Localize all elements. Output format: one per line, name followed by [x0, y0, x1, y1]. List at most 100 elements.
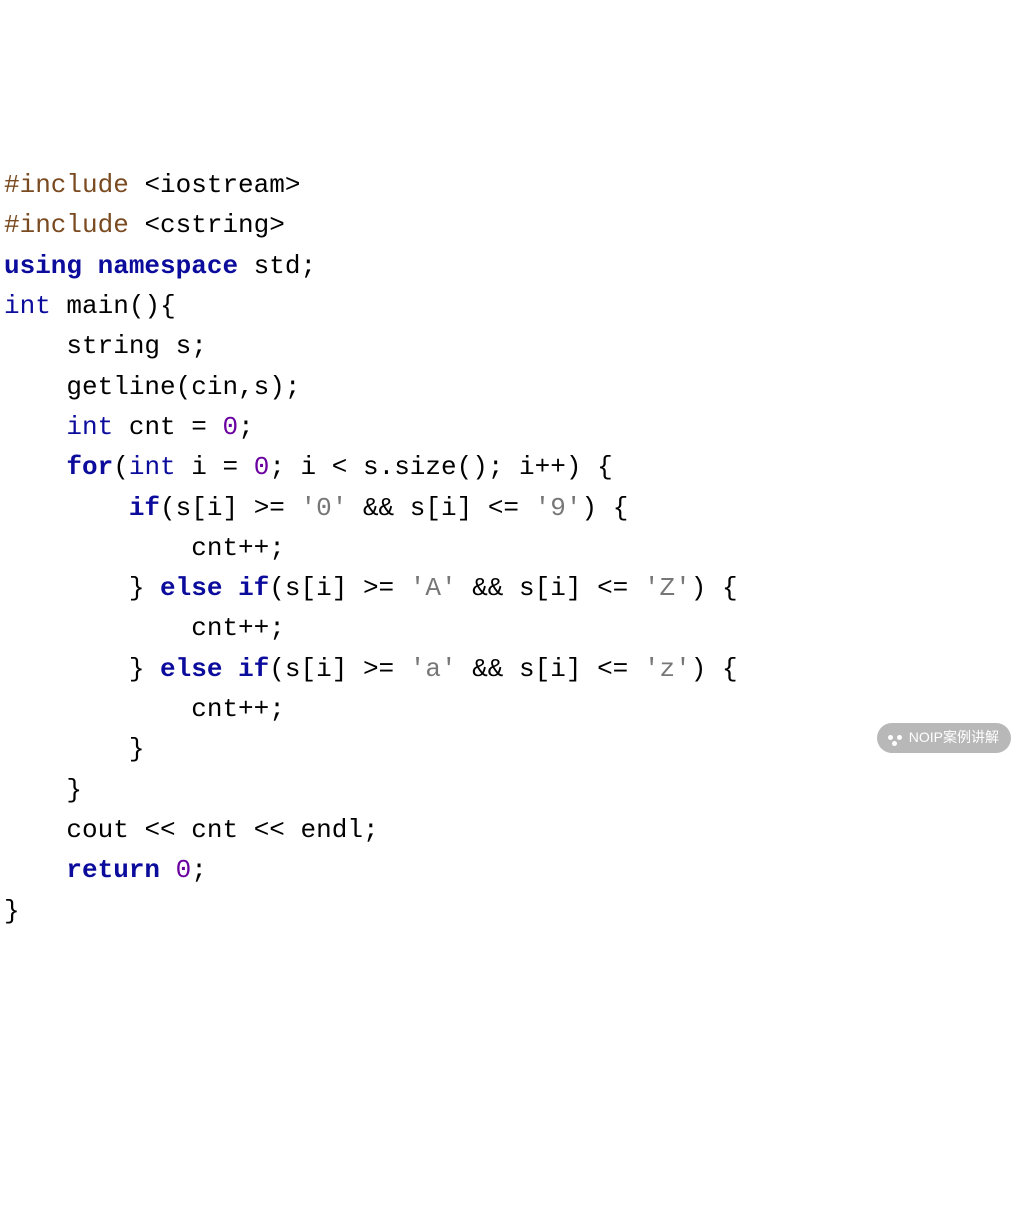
var-s: s [519, 573, 535, 603]
paren-open: ( [129, 291, 145, 321]
var-i: i [550, 573, 566, 603]
brace-close: } [129, 654, 145, 684]
var-endl: endl [301, 815, 363, 845]
var-i: i [207, 493, 223, 523]
bracket-open: [ [425, 493, 441, 523]
bracket-close: ] [457, 493, 473, 523]
var-i: i [191, 452, 207, 482]
paren-open: ( [176, 372, 192, 402]
semicolon: ; [191, 331, 207, 361]
brace-open: { [722, 573, 738, 603]
var-s: s [519, 654, 535, 684]
brace-close: } [129, 573, 145, 603]
num-zero: 0 [254, 452, 270, 482]
fn-getline: getline [66, 372, 175, 402]
paren-open: ( [160, 493, 176, 523]
kw-namespace: namespace [98, 251, 238, 281]
var-cnt: cnt [191, 613, 238, 643]
code-block: #include <iostream> #include <cstring> u… [4, 165, 1025, 931]
kw-if: if [238, 654, 269, 684]
paren-open: ( [269, 573, 285, 603]
angle-open: < [144, 170, 160, 200]
bracket-open: [ [301, 654, 317, 684]
op-out: << [144, 815, 175, 845]
op-inc: ++ [238, 694, 269, 724]
var-s: s [285, 654, 301, 684]
var-i: i [316, 573, 332, 603]
semicolon: ; [363, 815, 379, 845]
kw-for: for [66, 452, 113, 482]
comma: , [238, 372, 254, 402]
var-cnt: cnt [129, 412, 176, 442]
op-lt: < [332, 452, 348, 482]
num-zero: 0 [222, 412, 238, 442]
semicolon: ; [269, 452, 285, 482]
ns-std: std [254, 251, 301, 281]
var-cnt: cnt [191, 815, 238, 845]
var-cnt: cnt [191, 533, 238, 563]
brace-open: { [613, 493, 629, 523]
op-assign: = [222, 452, 238, 482]
bracket-open: [ [301, 573, 317, 603]
op-and: && [363, 493, 394, 523]
var-i: i [441, 493, 457, 523]
type-int: int [4, 291, 51, 321]
bracket-close: ] [332, 654, 348, 684]
bracket-open: [ [535, 654, 551, 684]
fn-size: size [394, 452, 456, 482]
char-z: 'z' [644, 654, 691, 684]
op-inc: ++ [238, 533, 269, 563]
semicolon: ; [269, 694, 285, 724]
op-le: <= [488, 493, 519, 523]
kw-else: else [160, 573, 222, 603]
kw-using: using [4, 251, 82, 281]
semicolon: ; [285, 372, 301, 402]
semicolon: ; [269, 533, 285, 563]
bracket-open: [ [191, 493, 207, 523]
fn-main: main [66, 291, 128, 321]
watermark-badge: NOIP案例讲解 [877, 723, 1011, 753]
var-i: i [550, 654, 566, 684]
brace-close: } [129, 734, 145, 764]
var-i: i [519, 452, 535, 482]
angle-close: > [269, 210, 285, 240]
type-string: string [66, 331, 160, 361]
paren-close: ) [566, 452, 582, 482]
char-0: '0' [301, 493, 348, 523]
wechat-icon [887, 730, 903, 746]
var-s: s [176, 493, 192, 523]
op-ge: >= [254, 493, 285, 523]
dot: . [379, 452, 395, 482]
preproc-include: #include [4, 170, 129, 200]
char-9: '9' [535, 493, 582, 523]
header-iostream: iostream [160, 170, 285, 200]
kw-else: else [160, 654, 222, 684]
op-assign: = [191, 412, 207, 442]
semicolon: ; [238, 412, 254, 442]
bracket-close: ] [566, 654, 582, 684]
op-inc: ++ [535, 452, 566, 482]
semicolon: ; [191, 855, 207, 885]
brace-close: } [66, 775, 82, 805]
brace-open: { [597, 452, 613, 482]
kw-return: return [66, 855, 160, 885]
var-i: i [316, 654, 332, 684]
op-and: && [472, 654, 503, 684]
paren-close: ) [472, 452, 488, 482]
var-s: s [410, 493, 426, 523]
bracket-close: ] [222, 493, 238, 523]
var-s: s [285, 573, 301, 603]
op-and: && [472, 573, 503, 603]
brace-open: { [722, 654, 738, 684]
semicolon: ; [300, 251, 316, 281]
bracket-open: [ [535, 573, 551, 603]
var-s: s [176, 331, 192, 361]
paren-close: ) [144, 291, 160, 321]
bracket-close: ] [332, 573, 348, 603]
paren-close: ) [691, 573, 707, 603]
char-a: 'a' [410, 654, 457, 684]
paren-close: ) [269, 372, 285, 402]
op-le: <= [597, 654, 628, 684]
brace-close: } [4, 896, 20, 926]
char-Z: 'Z' [644, 573, 691, 603]
